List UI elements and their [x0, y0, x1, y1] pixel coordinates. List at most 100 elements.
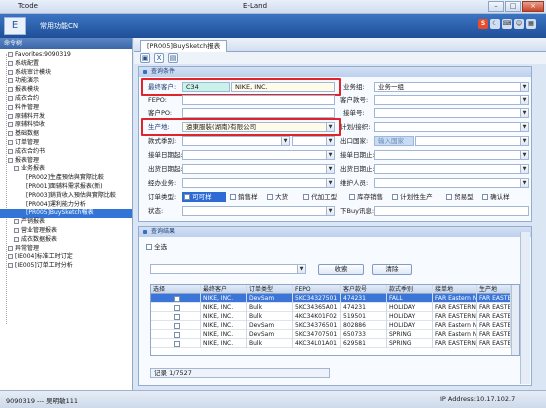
chevron-down-icon[interactable]: ▼	[520, 83, 528, 91]
business-group-select[interactable]: 业务一组 ▼	[374, 82, 529, 92]
column-header[interactable]: 订单类型	[247, 285, 293, 294]
row-select-cell[interactable]	[151, 330, 201, 339]
fepo-field[interactable]	[182, 95, 335, 105]
clear-button[interactable]: 清除	[372, 264, 412, 275]
sidebar-tree-item[interactable]: [PR002]生產預估與實際比較	[0, 174, 132, 183]
sidebar-tree-item[interactable]: 功能演示	[0, 77, 132, 86]
row-checkbox[interactable]	[173, 340, 180, 347]
chevron-down-icon[interactable]: ▼	[326, 179, 334, 187]
ship-date-from-field[interactable]: ▼	[182, 164, 335, 174]
export-country-field[interactable]: 输入国家	[374, 136, 414, 146]
close-button[interactable]: ×	[522, 1, 544, 12]
sidebar-tree-item[interactable]: 基础数据	[0, 130, 132, 139]
table-row[interactable]: NIKE, INC. DevSam 5KC34376501 802886 HOLIDAY…	[151, 321, 519, 330]
user-icon[interactable]: ☺	[514, 19, 524, 29]
table-row[interactable]: NIKE, INC. DevSam 5KC34327501 474231 FALL FAR…	[151, 294, 519, 303]
customer-po-field[interactable]	[182, 108, 335, 118]
chevron-down-icon[interactable]: ▼	[326, 151, 334, 159]
column-header[interactable]: 接单地	[433, 285, 477, 294]
column-header[interactable]: 客户款号	[341, 285, 387, 294]
row-checkbox[interactable]	[173, 313, 180, 320]
sidebar-tree-item[interactable]: 原辅料验收	[0, 121, 132, 130]
sidebar-tree-item[interactable]: 成衣数据报表	[0, 236, 132, 245]
order-type-option[interactable]: 可可样	[182, 192, 226, 202]
sidebar-tree-item[interactable]: 营业管理报表	[0, 227, 132, 236]
order-type-option[interactable]: 库存销售	[349, 192, 383, 202]
row-select-cell[interactable]	[151, 303, 201, 312]
chevron-down-icon[interactable]: ▼	[520, 137, 528, 145]
sidebar-tree-item[interactable]: 成衣合约	[0, 95, 132, 104]
table-scrollbar[interactable]	[511, 285, 519, 355]
row-select-cell[interactable]	[151, 321, 201, 330]
chevron-down-icon[interactable]: ▼	[520, 165, 528, 173]
row-checkbox[interactable]	[173, 304, 180, 311]
row-select-cell[interactable]	[151, 294, 201, 303]
tab-pr005[interactable]: [PR005]BuySketch报表	[140, 40, 228, 52]
result-filter-select[interactable]: ▼	[150, 264, 306, 274]
order-date-to-field[interactable]: ▼	[374, 150, 529, 160]
row-select-cell[interactable]	[151, 339, 201, 348]
select-all-checkbox[interactable]	[146, 244, 152, 250]
customer-style-field[interactable]: ▼	[374, 95, 529, 105]
order-type-option[interactable]: 大货	[267, 192, 288, 202]
chevron-down-icon[interactable]: ▼	[326, 165, 334, 173]
sidebar-tree-item[interactable]: [PR003]銷貨收入預估與實際比較	[0, 192, 132, 201]
order-type-option[interactable]: 确认样	[482, 192, 510, 202]
order-type-option[interactable]: 贸易型	[446, 192, 474, 202]
row-checkbox[interactable]	[173, 295, 180, 302]
grid-icon[interactable]: ▦	[526, 19, 536, 29]
sogou-icon[interactable]: S	[478, 19, 488, 29]
sidebar-tree-item[interactable]: 料件管理	[0, 104, 132, 113]
sidebar-tree-item[interactable]: 异常管理	[0, 245, 132, 254]
column-header[interactable]: 款式季别	[387, 285, 433, 294]
chevron-down-icon[interactable]: ▼	[520, 179, 528, 187]
moon-icon[interactable]: ☾	[490, 19, 500, 29]
sidebar-tree-item[interactable]: Favorites:9090319	[0, 51, 132, 60]
order-no-field[interactable]: ▼	[374, 108, 529, 118]
buy-status-field[interactable]	[374, 206, 529, 216]
sidebar-tree-item[interactable]: [PR005]BuySketch報表	[0, 209, 132, 219]
column-header[interactable]: 生产地	[477, 285, 511, 294]
chevron-down-icon[interactable]: ▼	[520, 123, 528, 131]
row-select-cell[interactable]	[151, 312, 201, 321]
column-header[interactable]: 最终客户	[201, 285, 247, 294]
sidebar-tree-item[interactable]: [PR001]面辅料需求报表(新)	[0, 183, 132, 192]
plan-line-field[interactable]: ▼	[374, 122, 529, 132]
chevron-down-icon[interactable]: ▼	[281, 137, 289, 145]
row-checkbox[interactable]	[173, 322, 180, 329]
maintainer-field[interactable]: ▼	[374, 178, 529, 188]
excel-icon[interactable]: X	[154, 53, 164, 63]
sidebar-tree-item[interactable]: 报表模块	[0, 86, 132, 95]
keyboard-icon[interactable]: ⌨	[502, 19, 512, 29]
chevron-down-icon[interactable]: ▼	[297, 265, 305, 273]
sidebar-tree-item[interactable]: 产销报表	[0, 218, 132, 227]
sidebar-tree-item[interactable]: 成衣合约书	[0, 148, 132, 157]
chevron-down-icon[interactable]: ▼	[326, 207, 334, 215]
result-panel-scrollbar[interactable]	[520, 232, 530, 384]
sidebar-tree-item[interactable]: 报表管理	[0, 157, 132, 166]
minimize-button[interactable]: –	[488, 1, 504, 12]
order-date-from-field[interactable]: ▼	[182, 150, 335, 160]
table-row[interactable]: NIKE, INC. Bulk 4KC34K01F02 519501 HOLIDAY FA…	[151, 312, 519, 321]
season-field[interactable]: ▼	[182, 136, 290, 146]
dealer-field[interactable]: ▼	[182, 178, 335, 188]
export-icon[interactable]: ▤	[168, 53, 178, 63]
column-header[interactable]: 选择	[151, 285, 201, 294]
select-all[interactable]: 全选	[146, 242, 167, 252]
sidebar-tree-item[interactable]: 系统配置	[0, 60, 132, 69]
sidebar-tree-item[interactable]: 业务报表	[0, 165, 132, 174]
season-field-2[interactable]: ▼	[292, 136, 335, 146]
table-row[interactable]: NIKE, INC. Bulk 4KC34L01A01 629581 SPRING FAR…	[151, 339, 519, 348]
row-checkbox[interactable]	[173, 331, 180, 338]
ship-date-to-field[interactable]: ▼	[374, 164, 529, 174]
sidebar-tree-item[interactable]: [IE005]订单工时分析	[0, 262, 132, 271]
sidebar-tree-item[interactable]: [IE004]标准工时订定	[0, 253, 132, 262]
chevron-down-icon[interactable]: ▼	[326, 137, 334, 145]
sidebar-tree-item[interactable]: 订单管理	[0, 139, 132, 148]
maximize-button[interactable]: □	[505, 1, 521, 12]
chevron-down-icon[interactable]: ▼	[520, 96, 528, 104]
order-type-option[interactable]: 代加工型	[303, 192, 337, 202]
export-country-list[interactable]: ▼	[415, 136, 529, 146]
chevron-down-icon[interactable]: ▼	[520, 109, 528, 117]
table-row[interactable]: NIKE, INC. DevSam 5KC34707501 650733 SPRING F…	[151, 330, 519, 339]
